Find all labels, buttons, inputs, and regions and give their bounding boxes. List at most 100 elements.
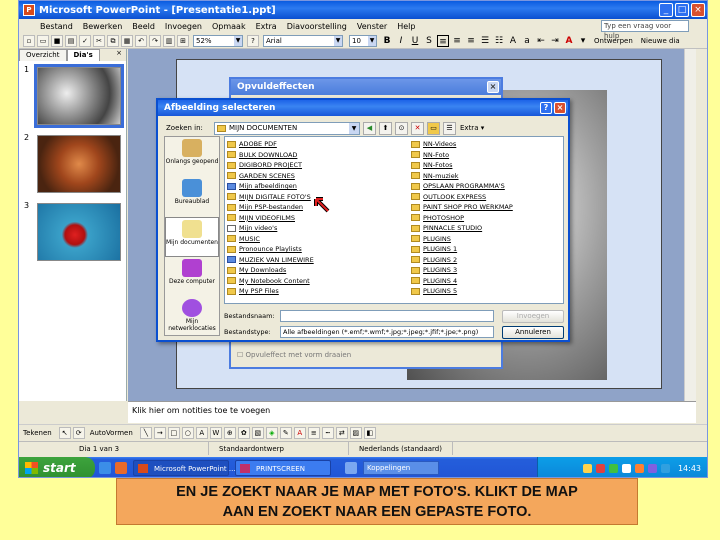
slide-thumbnail-tomato[interactable] (37, 203, 121, 261)
design-button[interactable]: Ontwerpen (594, 37, 633, 45)
line-style-icon[interactable]: ≡ (307, 426, 320, 439)
browser-icon[interactable] (99, 462, 111, 474)
clipart-icon[interactable]: ✿ (237, 426, 250, 439)
menu-extra[interactable]: Extra (251, 22, 282, 31)
slide-thumbnail-orangutan[interactable] (37, 135, 121, 193)
bullets-icon[interactable]: ☷ (493, 35, 505, 47)
slide-thumbnail-girl-dog[interactable] (34, 64, 124, 128)
menu-help[interactable]: Help (392, 22, 420, 31)
vertical-scrollbar[interactable] (684, 49, 696, 401)
file-list-item[interactable]: NN-Fotos (411, 160, 579, 171)
tray-icon[interactable] (621, 463, 631, 473)
filename-input[interactable] (280, 310, 494, 322)
help-icon[interactable]: ? (247, 34, 259, 47)
shadow-button[interactable]: S (423, 35, 435, 47)
spelling-icon[interactable]: ✓ (79, 34, 91, 47)
tab-overzicht[interactable]: Overzicht (19, 49, 67, 61)
file-list-item[interactable]: GARDEN SCENES (227, 171, 395, 182)
bold-button[interactable]: B (381, 35, 393, 47)
rotate-icon[interactable]: ⟳ (72, 426, 85, 439)
tray-arrow-icon[interactable] (345, 462, 357, 474)
file-list-item[interactable]: MIJN VIDEOFILMS (227, 213, 395, 224)
file-list-item[interactable]: My Notebook Content (227, 276, 395, 287)
help-question-box[interactable]: Typ een vraag voor hulp (601, 20, 689, 40)
menu-diavoorstelling[interactable]: Diavoorstelling (282, 22, 352, 31)
file-list-item[interactable]: PINNACLE STUDIO (411, 223, 579, 234)
tray-icon[interactable] (634, 463, 644, 473)
file-list-item[interactable]: PHOTOSHOP (411, 213, 579, 224)
file-list-item[interactable]: My PSP Files (227, 286, 395, 297)
place-network[interactable]: Mijn netwerklocaties (165, 297, 219, 337)
text-color-icon[interactable]: A (293, 426, 306, 439)
open-icon[interactable]: ▭ (37, 34, 49, 47)
diagram-icon[interactable]: ⊕ (223, 426, 236, 439)
undo-icon[interactable]: ↶ (135, 34, 147, 47)
file-list-item[interactable]: DIGIBORD PROJECT (227, 160, 395, 171)
arrow-icon[interactable]: → (153, 426, 166, 439)
filetype-dropdown[interactable]: Alle afbeeldingen (*.emf;*.wmf;*.jpg;*.j… (280, 326, 494, 338)
font-combo[interactable]: Arial ▼ (263, 34, 343, 47)
tray-icon[interactable] (595, 463, 605, 473)
close-button[interactable]: × (691, 3, 705, 17)
draw-menu[interactable]: Tekenen (23, 429, 52, 437)
3d-style-icon[interactable]: ◧ (363, 426, 376, 439)
print-icon[interactable]: ▤ (65, 34, 77, 47)
insert-button[interactable]: Invoegen (502, 309, 564, 323)
textbox-icon[interactable]: A (195, 426, 208, 439)
dialog-help-button[interactable]: ? (540, 102, 552, 114)
file-list-item[interactable]: NN-Foto (411, 150, 579, 161)
delete-icon[interactable]: ✕ (411, 121, 424, 135)
dash-style-icon[interactable]: ┅ (321, 426, 334, 439)
redo-icon[interactable]: ↷ (149, 34, 161, 47)
file-list-item[interactable]: Pronounce Playlists (227, 244, 395, 255)
close-pane-icon[interactable]: × (112, 49, 126, 61)
select-arrow-icon[interactable]: ↖ (58, 426, 71, 439)
picture-icon[interactable]: ▧ (251, 426, 264, 439)
rotate-fill-checkbox[interactable]: ☐ Opvuleffect met vorm draaien (237, 351, 351, 359)
table-icon[interactable]: ⊞ (177, 34, 189, 47)
file-list-item[interactable]: OUTLOOK EXPRESS (411, 192, 579, 203)
decrease-indent-icon[interactable]: ⇤ (535, 35, 547, 47)
menu-bestand[interactable]: Bestand (35, 22, 78, 31)
new-slide-button[interactable]: Nieuwe dia (641, 37, 680, 45)
new-icon[interactable]: ▫ (23, 34, 35, 47)
place-recent[interactable]: Onlangs geopend (165, 137, 219, 177)
file-list-item[interactable]: MUSIC (227, 234, 395, 245)
slide-thumbnail-row[interactable]: 3 (19, 199, 127, 263)
autoshapes-menu[interactable]: AutoVormen (90, 429, 133, 437)
place-desktop[interactable]: Bureaublad (165, 177, 219, 217)
file-list-item[interactable]: PAINT SHOP PRO WERKMAP (411, 202, 579, 213)
zoom-combo[interactable]: 52% ▼ (193, 34, 243, 47)
file-list-item[interactable]: OPSLAAN PROGRAMMA'S (411, 181, 579, 192)
file-list-item[interactable]: NN-muziek (411, 171, 579, 182)
new-folder-icon[interactable]: ▭ (427, 121, 440, 135)
file-list-item[interactable]: NN-Videos (411, 139, 579, 150)
rectangle-icon[interactable]: □ (167, 426, 180, 439)
search-web-icon[interactable]: ⊙ (395, 121, 408, 135)
file-list-item[interactable]: PLUGINS 5 (411, 286, 579, 297)
menu-beeld[interactable]: Beeld (127, 22, 160, 31)
slide-thumbnail-row[interactable]: 1 (19, 63, 127, 128)
file-list-item[interactable]: MIJN DIGITALE FOTO'S (227, 192, 395, 203)
links-toolbar[interactable]: Koppelingen (363, 461, 439, 475)
file-list-item[interactable]: PLUGINS 3 (411, 265, 579, 276)
tray-icon[interactable] (608, 463, 618, 473)
file-list-item[interactable]: MUZIEK VAN LIMEWIRE (227, 255, 395, 266)
slide-thumbnail-row[interactable]: 2 (19, 131, 127, 195)
arrow-style-icon[interactable]: ⇄ (335, 426, 348, 439)
file-list-item[interactable]: PLUGINS 2 (411, 255, 579, 266)
paste-icon[interactable]: ▦ (121, 34, 133, 47)
font-size-combo[interactable]: 10 ▼ (349, 34, 377, 47)
task-powerpoint[interactable]: Microsoft PowerPoint ... (133, 460, 236, 476)
file-list-item[interactable]: PLUGINS 4 (411, 276, 579, 287)
file-list-item[interactable]: Mijn afbeeldingen (227, 181, 395, 192)
notes-pane[interactable]: Klik hier om notities toe te voegen (128, 401, 696, 423)
increase-indent-icon[interactable]: ⇥ (549, 35, 561, 47)
save-icon[interactable]: ■ (51, 34, 63, 47)
copy-icon[interactable]: ⧉ (107, 34, 119, 47)
start-button[interactable]: start (19, 457, 95, 477)
underline-button[interactable]: U (409, 35, 421, 47)
menu-bewerken[interactable]: Bewerken (78, 22, 128, 31)
line-icon[interactable]: ╲ (139, 426, 152, 439)
file-list-item[interactable]: PLUGINS 1 (411, 244, 579, 255)
